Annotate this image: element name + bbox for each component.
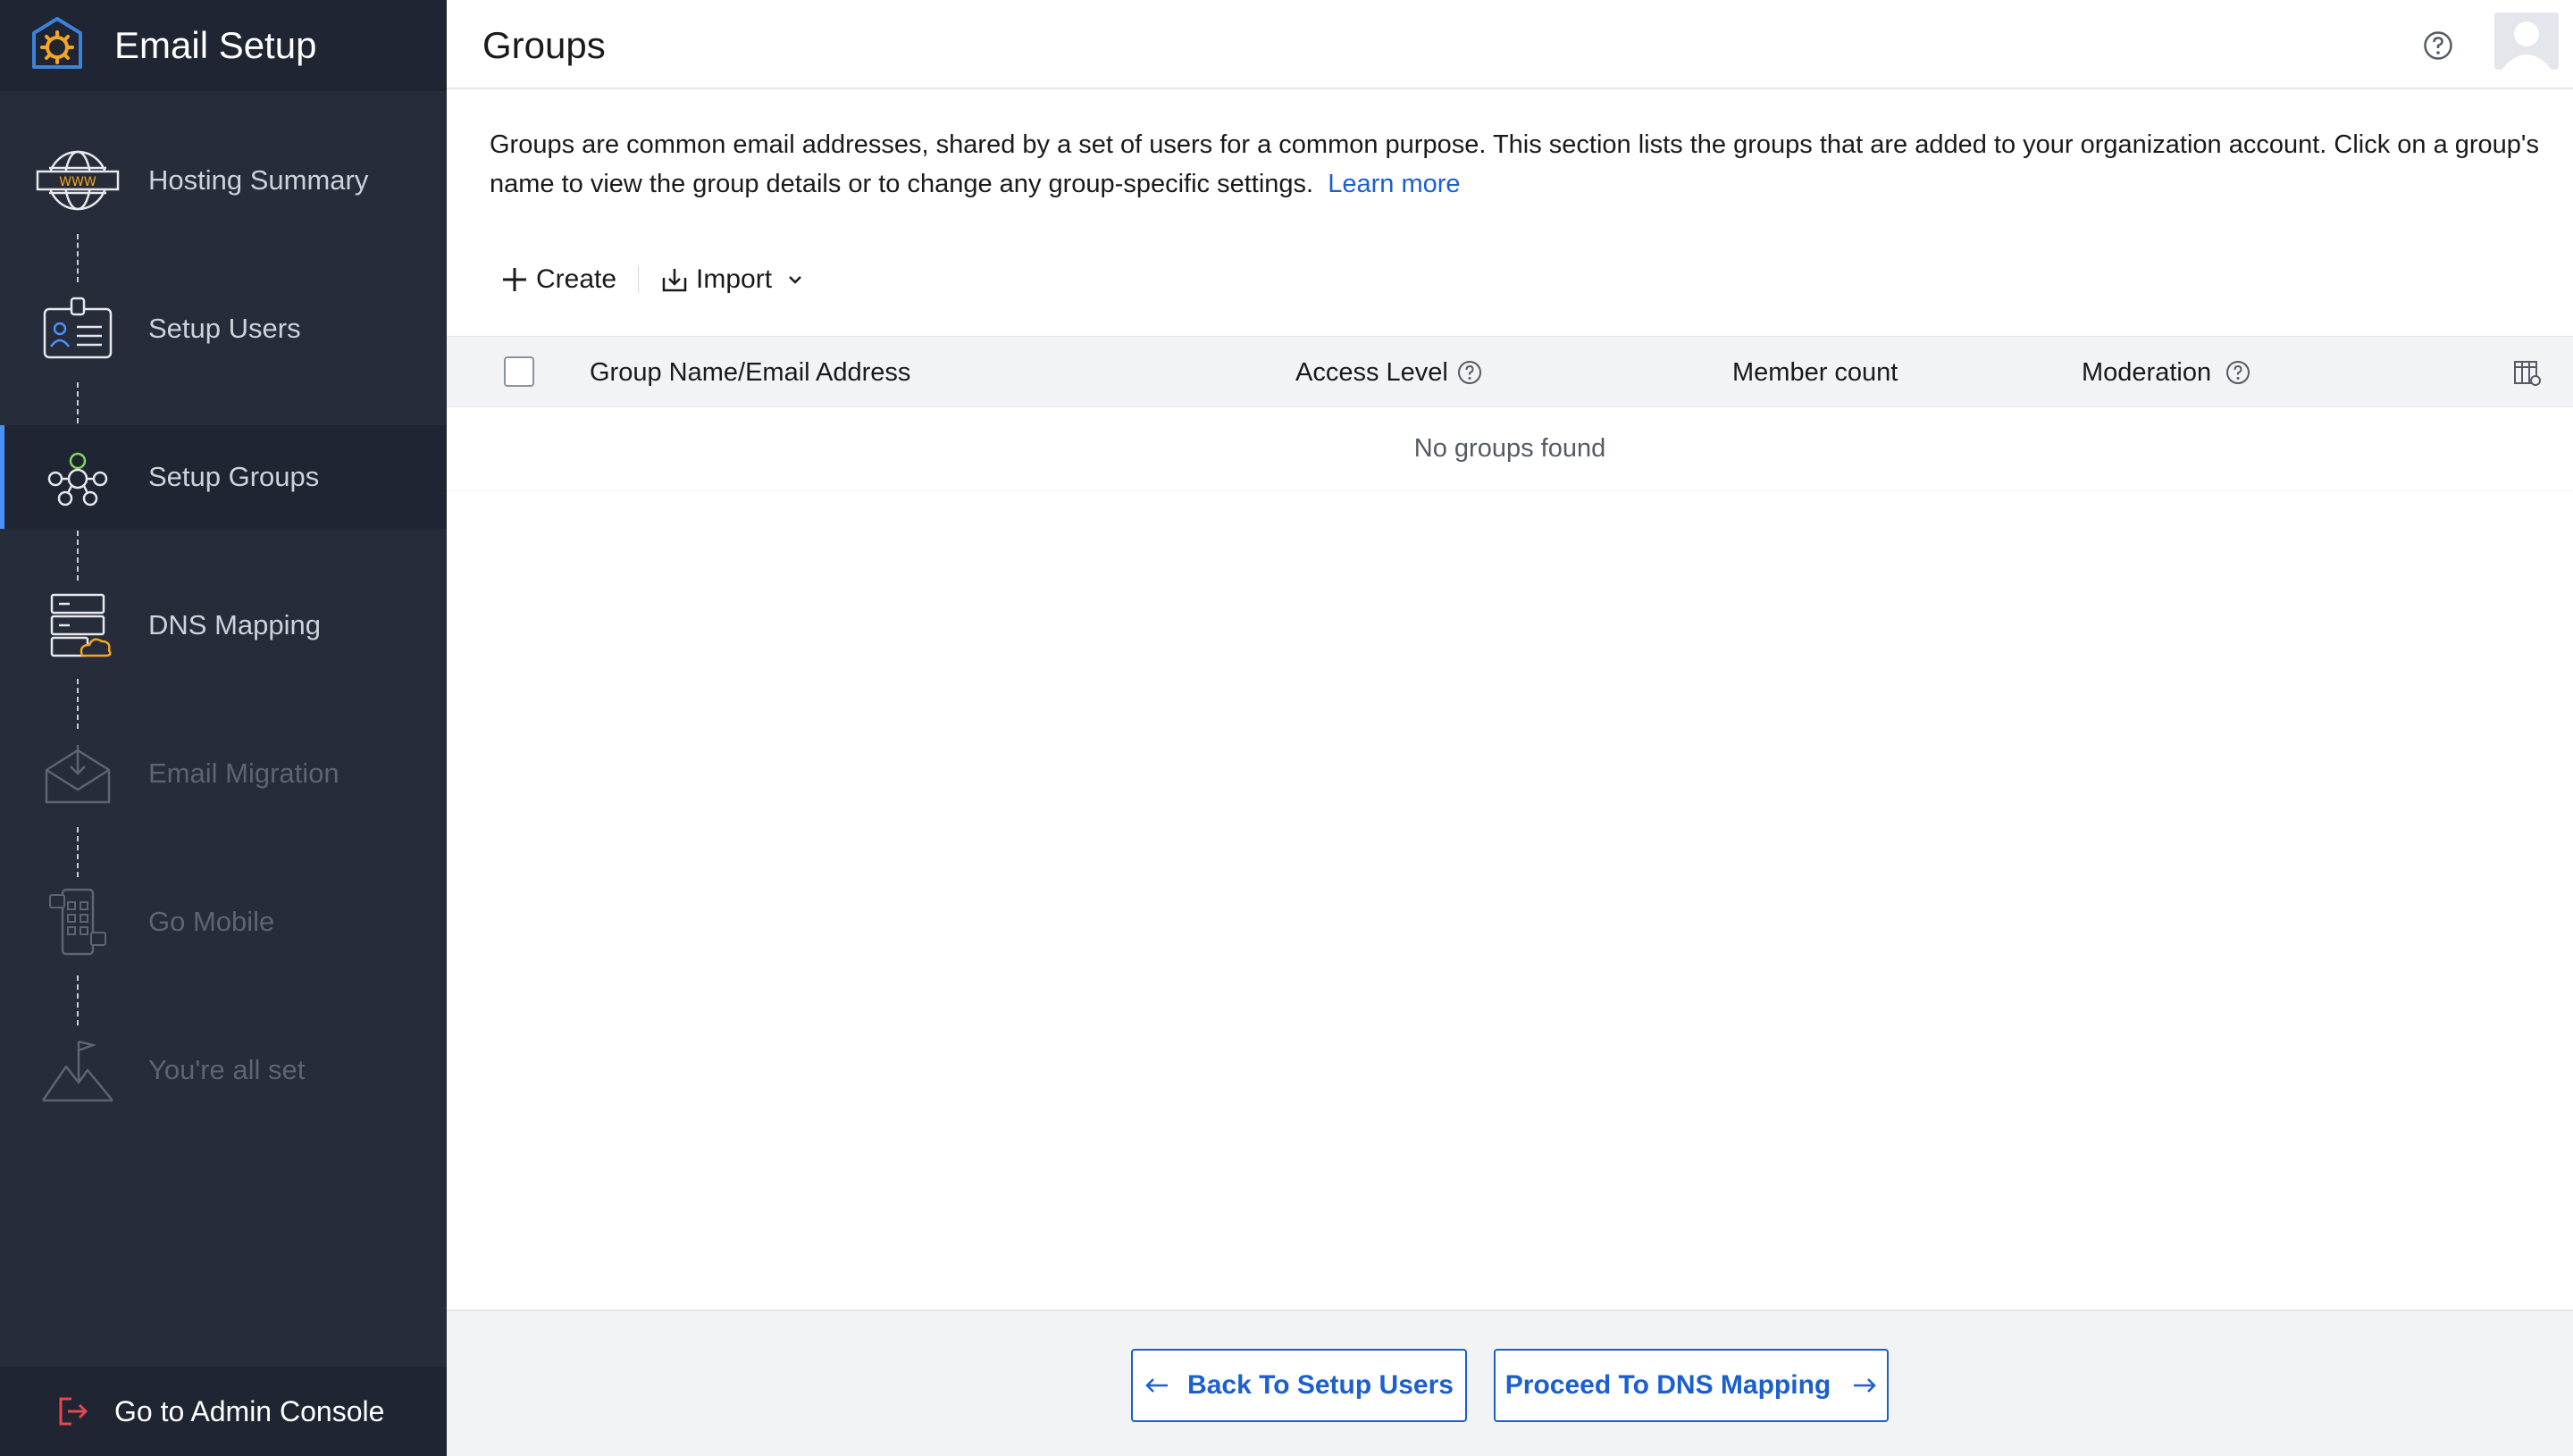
column-group-name[interactable]: Group Name/Email Address — [590, 355, 910, 390]
column-settings-icon[interactable] — [2512, 358, 2541, 387]
svg-text:WWW: WWW — [59, 175, 96, 189]
step-dns-mapping[interactable]: DNS Mapping — [0, 573, 447, 677]
admin-console-label: Go to Admin Console — [114, 1395, 385, 1427]
back-button-label: Back To Setup Users — [1187, 1370, 1454, 1400]
groups-toolbar: Create Import — [500, 257, 806, 302]
brand-header: Email Setup — [0, 0, 447, 91]
arrow-left-icon — [1145, 1378, 1169, 1393]
import-dropdown[interactable]: Import — [660, 264, 806, 295]
groups-description: Groups are common email addresses, share… — [490, 125, 2544, 204]
logout-icon — [59, 1397, 88, 1426]
step-label: You're all set — [148, 1054, 306, 1085]
column-label: Moderation — [2082, 358, 2212, 387]
step-label: Email Migration — [148, 757, 339, 789]
user-avatar-icon — [2494, 13, 2559, 70]
step-hosting-summary[interactable]: WWW Hosting Summary — [0, 129, 447, 232]
step-setup-groups[interactable]: Setup Groups — [0, 425, 447, 529]
step-label: Hosting Summary — [148, 164, 369, 196]
create-button[interactable]: Create — [500, 264, 616, 295]
step-label: Go Mobile — [148, 906, 275, 937]
plus-icon — [503, 268, 526, 291]
chevron-down-icon — [789, 276, 801, 284]
top-bar: Groups — [447, 0, 2573, 89]
envelope-download-icon — [45, 745, 111, 804]
id-badge-icon — [43, 297, 113, 359]
step-connector — [77, 234, 79, 282]
select-all-checkbox[interactable] — [504, 356, 534, 387]
app-title: Email Setup — [114, 24, 317, 66]
column-moderation[interactable]: Moderation — [2082, 355, 2250, 390]
column-member-count[interactable]: Member count — [1732, 355, 1898, 390]
empty-state-row: No groups found — [447, 407, 2573, 491]
mobile-grid-icon — [49, 888, 106, 956]
user-avatar[interactable] — [2494, 13, 2559, 70]
globe-www-icon: WWW — [36, 150, 120, 211]
step-label: Setup Users — [148, 313, 301, 344]
help-icon[interactable] — [1457, 360, 1482, 385]
footer-bar: Back To Setup Users Proceed To DNS Mappi… — [447, 1310, 2573, 1456]
import-icon — [662, 269, 687, 292]
sidebar: Email Setup WWW Hosting Summary Setup Us… — [0, 0, 447, 1456]
server-cloud-icon — [50, 593, 112, 657]
proceed-button-label: Proceed To DNS Mapping — [1504, 1370, 1831, 1400]
create-label: Create — [536, 264, 617, 294]
arrow-right-icon — [1854, 1378, 1877, 1393]
group-network-icon — [47, 452, 108, 506]
step-setup-users[interactable]: Setup Users — [0, 277, 447, 381]
help-icon[interactable] — [2225, 360, 2250, 385]
description-text: Groups are common email addresses, share… — [490, 130, 2539, 198]
proceed-to-dns-mapping-button[interactable]: Proceed To DNS Mapping — [1494, 1349, 1889, 1422]
step-label: DNS Mapping — [148, 609, 321, 640]
back-to-setup-users-button[interactable]: Back To Setup Users — [1131, 1349, 1467, 1422]
step-all-set: You're all set — [0, 1018, 447, 1122]
column-access-level[interactable]: Access Level — [1295, 355, 1482, 390]
empty-state-message: No groups found — [1413, 434, 1606, 463]
column-label: Member count — [1732, 358, 1898, 387]
go-to-admin-console[interactable]: Go to Admin Console — [0, 1367, 447, 1456]
column-label: Group Name/Email Address — [590, 358, 911, 387]
step-email-migration: Email Migration — [0, 722, 447, 825]
help-icon[interactable] — [2423, 30, 2453, 61]
groups-table-header: Group Name/Email Address Access Level Me… — [447, 336, 2573, 407]
step-go-mobile: Go Mobile — [0, 870, 447, 974]
import-label: Import — [696, 264, 773, 294]
learn-more-link[interactable]: Learn more — [1328, 170, 1460, 198]
toolbar-divider — [638, 266, 640, 293]
page-title: Groups — [482, 24, 606, 66]
mountain-flag-icon — [41, 1040, 113, 1102]
step-label: Setup Groups — [148, 461, 320, 492]
column-label: Access Level — [1295, 358, 1448, 387]
email-setup-logo-icon — [32, 17, 82, 69]
